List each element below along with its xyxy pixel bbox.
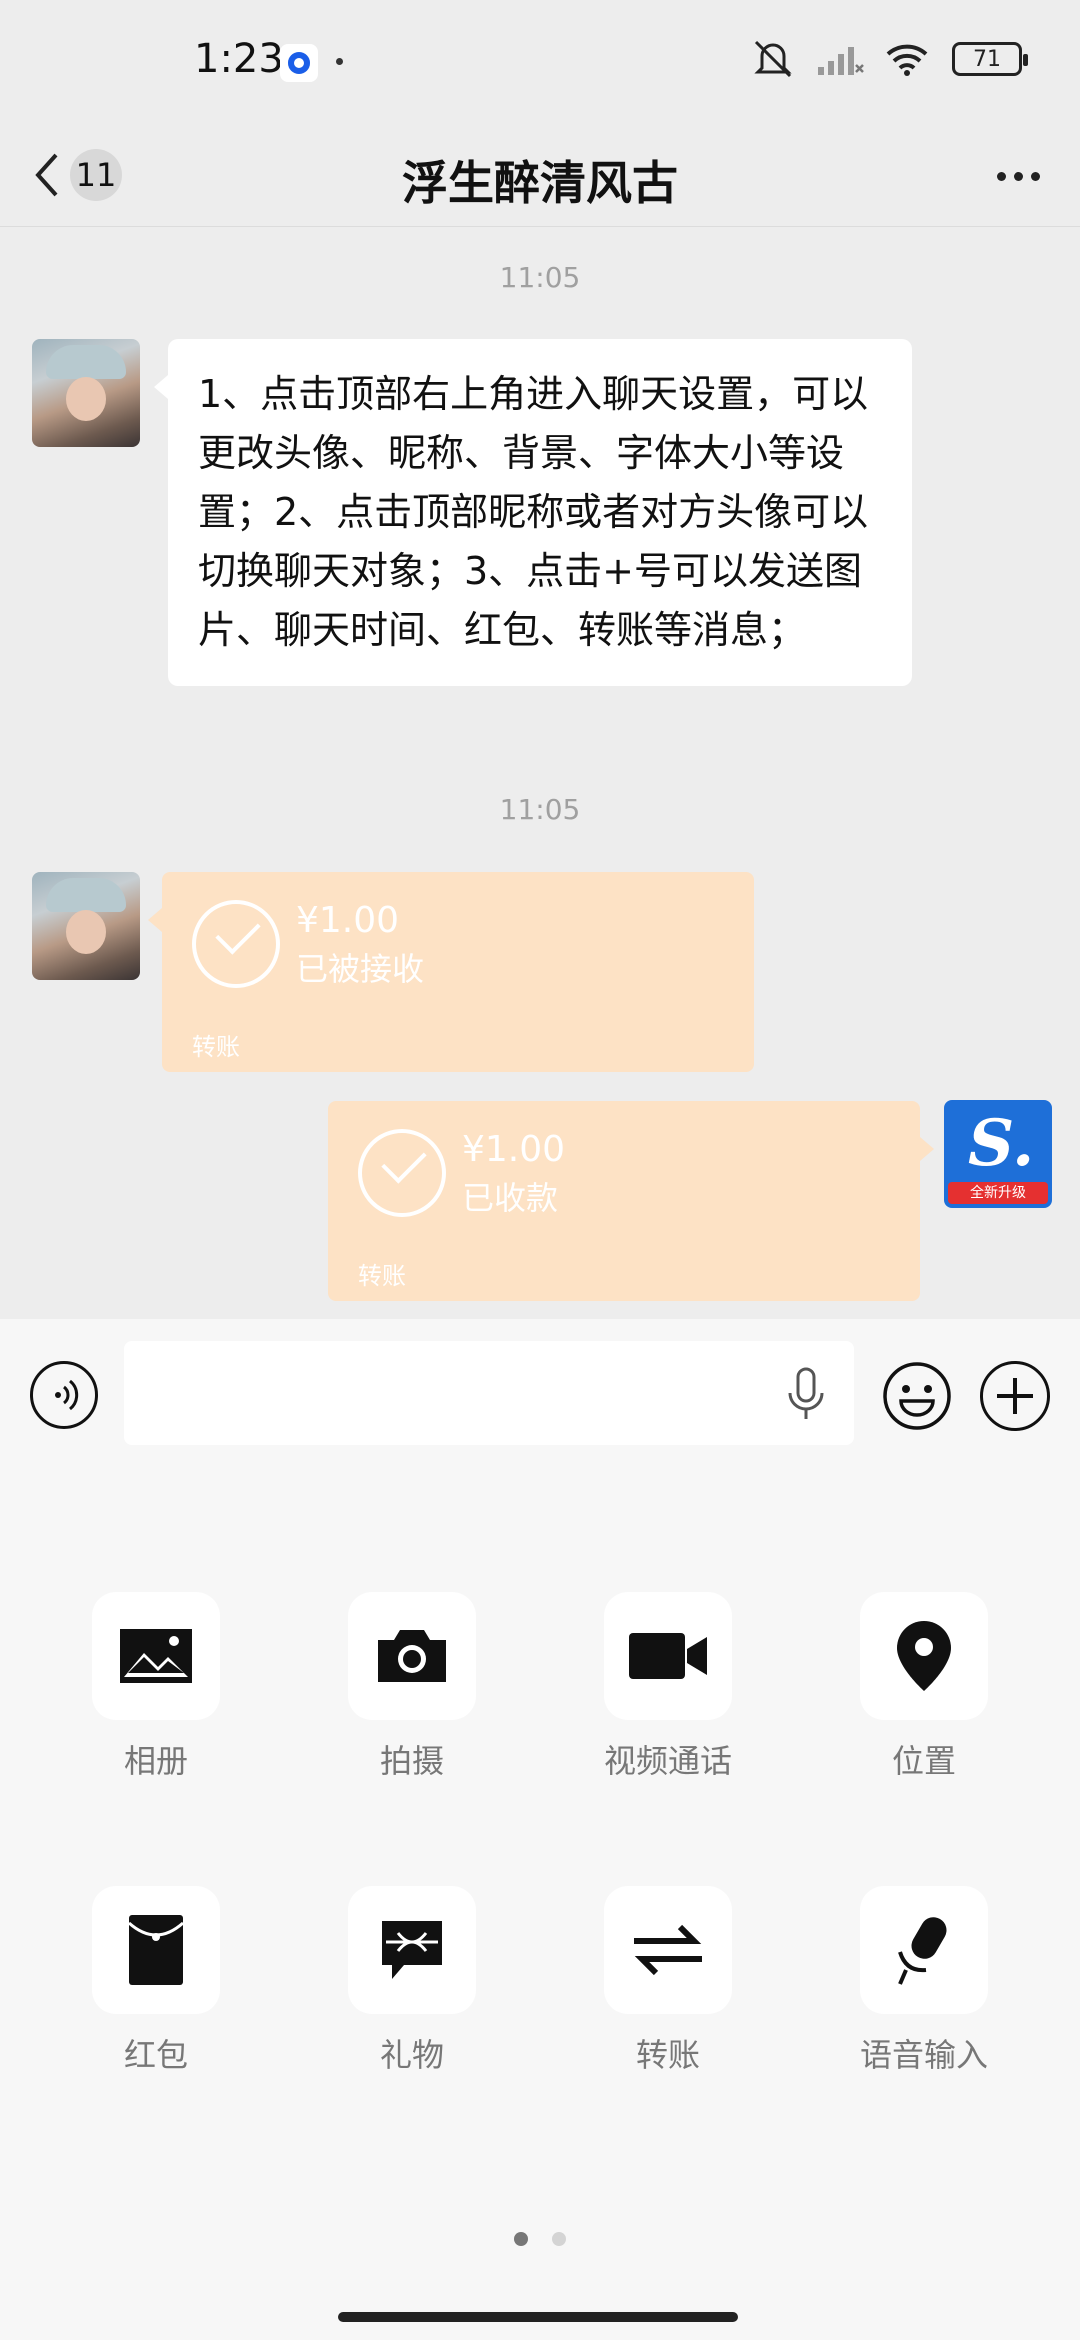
check-circle-icon: [192, 900, 280, 988]
function-label: 视频通话: [603, 1742, 732, 1780]
photo-album-icon: [92, 1592, 220, 1720]
more-options-button[interactable]: [986, 147, 1050, 205]
page-indicator: [0, 2232, 1080, 2246]
transfer-status: 已被接收: [296, 950, 425, 988]
transfer-amount: ¥1.00: [462, 1129, 566, 1170]
function-video-call[interactable]: 视频通话: [568, 1592, 768, 1782]
page-dot-active[interactable]: [514, 2232, 528, 2246]
app-logo-icon: S.: [968, 1106, 1035, 1181]
cellular-signal-icon: [818, 47, 864, 75]
function-label: 位置: [891, 1742, 956, 1780]
function-label: 语音输入: [859, 2036, 988, 2074]
transfer-message-received[interactable]: ¥1.00 已被接收 转账: [148, 872, 754, 1072]
emoji-button[interactable]: [882, 1361, 952, 1431]
transfer-label: 转账: [358, 1262, 406, 1290]
chat-title[interactable]: 浮生醉清风古: [0, 147, 1080, 213]
chat-message-list[interactable]: 11:05 1、点击顶部右上角进入聊天设置，可以更改头像、昵称、背景、字体大小等…: [0, 227, 1080, 1319]
transfer-amount: ¥1.00: [296, 900, 400, 941]
status-bar: 1:23 71: [0, 0, 1080, 125]
my-avatar[interactable]: S. 全新升级: [944, 1100, 1052, 1208]
red-packet-icon: [92, 1886, 220, 2014]
message-timestamp: 11:05: [499, 261, 581, 294]
message-timestamp: 11:05: [499, 793, 581, 826]
message-input-bar: [0, 1319, 1080, 1472]
status-indicators: 71: [750, 38, 1028, 80]
transfer-icon: [604, 1886, 732, 2014]
check-circle-icon: [358, 1129, 446, 1217]
microphone-icon[interactable]: [786, 1367, 826, 1423]
text-message-bubble[interactable]: 1、点击顶部右上角进入聊天设置，可以更改头像、昵称、背景、字体大小等设置；2、点…: [154, 339, 912, 686]
gift-icon: [348, 1886, 476, 2014]
function-label: 拍摄: [379, 1742, 444, 1780]
video-call-icon: [604, 1592, 732, 1720]
function-voice-input[interactable]: 语音输入: [824, 1886, 1024, 2076]
notification-dot-icon: [336, 58, 343, 65]
home-indicator[interactable]: [338, 2312, 738, 2322]
function-label: 礼物: [379, 2036, 444, 2074]
more-dot-icon: [1030, 171, 1040, 181]
voice-mode-button[interactable]: [30, 1361, 98, 1429]
notification-app-icon: [280, 44, 318, 82]
avatar-banner: 全新升级: [948, 1182, 1048, 1204]
voice-wave-icon: [55, 1379, 79, 1411]
function-label: 转账: [635, 2036, 700, 2074]
contact-avatar[interactable]: [32, 872, 140, 980]
status-time: 1:23: [194, 36, 284, 82]
transfer-message-sent[interactable]: ¥1.00 已收款 转账: [328, 1101, 934, 1301]
contact-avatar[interactable]: [32, 339, 140, 447]
mute-bell-icon: [754, 40, 792, 78]
camera-icon: [348, 1592, 476, 1720]
transfer-status: 已收款: [462, 1179, 559, 1217]
function-label: 相册: [123, 1742, 188, 1780]
message-input[interactable]: [124, 1341, 854, 1445]
chat-header: 11 浮生醉清风古: [0, 125, 1080, 227]
location-icon: [860, 1592, 988, 1720]
page-dot[interactable]: [552, 2232, 566, 2246]
function-red-packet[interactable]: 红包: [56, 1886, 256, 2076]
function-transfer[interactable]: 转账: [568, 1886, 768, 2076]
more-dot-icon: [996, 171, 1006, 181]
function-panel: 相册 拍摄 视频通话 位置 红包 礼物 转账 语音输入: [0, 1472, 1080, 2340]
wifi-icon: [886, 44, 928, 76]
more-dot-icon: [1013, 171, 1023, 181]
transfer-label: 转账: [192, 1033, 240, 1061]
function-gift[interactable]: 礼物: [312, 1886, 512, 2076]
battery-level: 71: [973, 46, 1001, 72]
more-functions-button[interactable]: [980, 1361, 1050, 1431]
function-camera[interactable]: 拍摄: [312, 1592, 512, 1782]
function-album[interactable]: 相册: [56, 1592, 256, 1782]
function-label: 红包: [123, 2036, 188, 2074]
function-location[interactable]: 位置: [824, 1592, 1024, 1782]
voice-input-icon: [860, 1886, 988, 2014]
battery-icon: 71: [952, 42, 1028, 76]
